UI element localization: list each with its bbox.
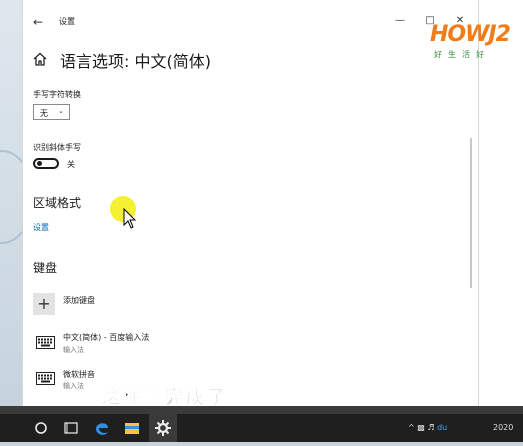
add-keyboard-label[interactable]: 添加键盘 (63, 295, 95, 306)
keyboard-layout-icon[interactable]: du (437, 423, 447, 432)
add-keyboard-button[interactable]: + (33, 293, 55, 315)
handwriting-conversion-label: 手写字符转换 (33, 90, 81, 99)
chevron-down-icon: ⌄ (58, 107, 64, 115)
desktop-wallpaper-shape (0, 150, 22, 244)
toggle-state-label: 关 (67, 160, 75, 169)
keyboard-icon (36, 372, 55, 385)
taskbar: ^ ▩ ♬ du 2020 (0, 414, 523, 442)
dropdown-value: 无 (40, 109, 48, 118)
keyboard-icon (36, 336, 55, 349)
italic-handwriting-label: 识别斜体手写 (33, 143, 81, 152)
settings-window: ← 设置 — □ ✕ 语言选项: 中文(简体) 手写字符转换 无 ⌄ 识别斜体手… (22, 0, 479, 406)
watermark-logo: HOWJ2 好生活好 (430, 22, 523, 62)
region-settings-link[interactable]: 设置 (33, 222, 49, 233)
keyboard-item-name[interactable]: 微软拼音 (63, 369, 95, 380)
keyboard-item-type: 输入法 (63, 346, 84, 354)
cortana-icon[interactable] (27, 414, 55, 442)
task-view-icon[interactable] (57, 414, 85, 442)
region-format-heading: 区域格式 (33, 196, 82, 210)
scrollbar[interactable] (470, 138, 472, 288)
minimize-icon[interactable]: — (393, 14, 407, 28)
settings-gear-icon[interactable] (149, 414, 177, 442)
keyboard-heading: 键盘 (33, 261, 58, 275)
desktop-background-left (0, 0, 22, 406)
taskbar-divider (0, 406, 523, 414)
handwriting-conversion-dropdown[interactable]: 无 ⌄ (33, 104, 70, 120)
volume-icon[interactable]: ♬ (427, 423, 434, 432)
watermark-logo-text: HOWJ2 (430, 22, 511, 47)
keyboard-item-name[interactable]: 中文(简体) - 百度输入法 (63, 332, 149, 343)
page-title: 语言选项: 中文(简体) (60, 52, 211, 71)
toggle-knob (37, 161, 42, 166)
plus-icon: + (37, 294, 51, 313)
system-tray[interactable]: ^ ▩ ♬ du (408, 423, 447, 432)
file-explorer-icon[interactable] (118, 414, 146, 442)
edge-browser-icon[interactable] (88, 414, 116, 442)
keyboard-item-type: 输入法 (63, 382, 84, 390)
home-icon[interactable] (33, 52, 47, 66)
back-arrow-icon[interactable]: ← (30, 14, 46, 30)
tray-chevron-icon[interactable]: ^ (408, 423, 415, 432)
italic-handwriting-toggle[interactable] (33, 158, 59, 169)
app-title: 设置 (59, 17, 75, 26)
watermark-tagline: 好生活好 (434, 50, 490, 59)
network-icon[interactable]: ▩ (417, 423, 425, 432)
clock[interactable]: 2020 (493, 423, 513, 432)
title-bar: ← 设置 — □ ✕ (23, 10, 478, 34)
mouse-pointer-icon (123, 208, 137, 229)
